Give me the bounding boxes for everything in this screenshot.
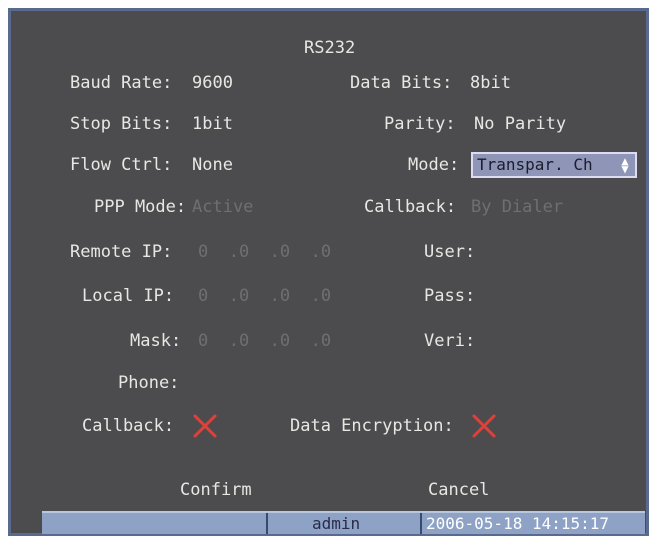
page-title: RS232: [304, 38, 356, 58]
remote-ip-field[interactable]: 0 .0 .0 .0: [198, 242, 331, 262]
callback-checkbox[interactable]: [192, 413, 218, 439]
red-cross-icon: [193, 414, 217, 438]
callback-mode-value[interactable]: By Dialer: [471, 197, 563, 217]
status-datetime: 2006-05-18 14:15:17: [426, 514, 610, 533]
status-user: admin: [312, 514, 361, 533]
data-encryption-label: Data Encryption:: [290, 416, 454, 436]
phone-label: Phone:: [118, 373, 180, 393]
mask-field[interactable]: 0 .0 .0 .0: [198, 331, 331, 351]
rs232-settings-screen: RS232 Baud Rate: 9600 Data Bits: 8bit St…: [8, 8, 649, 536]
baud-rate-label: Baud Rate:: [70, 73, 173, 93]
status-divider: [266, 513, 268, 534]
local-ip-label: Local IP:: [82, 286, 175, 306]
user-label: User:: [424, 242, 476, 262]
parity-label: Parity:: [384, 114, 456, 134]
remote-ip-label: Remote IP:: [70, 242, 173, 262]
callback-mode-label: Callback:: [364, 197, 457, 217]
data-encryption-checkbox[interactable]: [471, 413, 497, 439]
data-bits-value[interactable]: 8bit: [470, 73, 511, 93]
callback-label: Callback:: [82, 416, 175, 436]
mode-select-value: Transpar. Ch: [477, 155, 593, 174]
red-cross-icon: [472, 414, 496, 438]
mask-label: Mask:: [130, 331, 182, 351]
status-bar: admin 2006-05-18 14:15:17: [42, 511, 645, 534]
stop-bits-value[interactable]: 1bit: [192, 114, 233, 134]
stop-bits-label: Stop Bits:: [70, 114, 173, 134]
cancel-button[interactable]: Cancel: [428, 480, 489, 500]
parity-value[interactable]: No Parity: [474, 114, 566, 134]
local-ip-field[interactable]: 0 .0 .0 .0: [198, 286, 331, 306]
data-bits-label: Data Bits:: [350, 73, 453, 93]
confirm-button[interactable]: Confirm: [180, 480, 252, 500]
mode-label: Mode:: [408, 155, 460, 175]
ppp-mode-value[interactable]: Active: [192, 197, 253, 217]
ppp-mode-label: PPP Mode:: [94, 197, 187, 217]
baud-rate-value[interactable]: 9600: [192, 73, 233, 93]
veri-label: Veri:: [424, 331, 476, 351]
mode-select[interactable]: Transpar. Ch ▲ ▼: [471, 152, 637, 178]
status-divider: [420, 513, 422, 534]
flow-ctrl-value[interactable]: None: [192, 155, 233, 175]
flow-ctrl-label: Flow Ctrl:: [70, 155, 173, 175]
pass-label: Pass:: [424, 286, 476, 306]
up-down-arrows-icon: ▲ ▼: [621, 154, 629, 176]
